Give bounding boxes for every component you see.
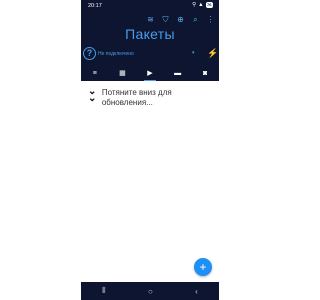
back-icon[interactable]: ‹ xyxy=(195,287,198,296)
help-icon[interactable]: ? xyxy=(83,47,96,60)
home-icon[interactable]: ○ xyxy=(148,287,153,296)
wifi-icon[interactable]: ≋ xyxy=(146,15,155,25)
plug-icon[interactable]: ⚡ xyxy=(207,48,218,59)
hint-text: Потяните вниз для обновления... xyxy=(101,88,172,107)
connection-bar: ? Не подключено ▾ ⚡ xyxy=(81,46,219,63)
camera-icon: ◙ xyxy=(203,70,208,77)
app-screen: 20:17 ⚲ ▲ 76 ≋ ⛉ ⊕ ⌕ ⋮ Пакеты ? Не подкл… xyxy=(81,0,219,300)
chevron-down-icon[interactable]: ▾ xyxy=(192,50,195,56)
tab-video[interactable]: ▶ xyxy=(142,68,158,81)
add-fab-button[interactable]: + xyxy=(194,258,212,276)
connection-status[interactable]: Не подключено xyxy=(98,51,134,57)
tab-camera[interactable]: ◙ xyxy=(197,68,213,81)
image-icon: ▬ xyxy=(174,70,182,77)
status-time: 20:17 xyxy=(88,3,102,9)
add-circle-icon[interactable]: ⊕ xyxy=(176,15,185,25)
tab-grid[interactable]: ▦ xyxy=(114,68,130,81)
battery-icon: 76 xyxy=(205,2,213,8)
tab-bar: ≡ ▦ ▶ ▬ ◙ xyxy=(81,68,219,81)
status-icons: ⚲ ▲ 76 xyxy=(192,2,213,8)
page-title: Пакеты xyxy=(125,26,175,42)
status-bar: 20:17 ⚲ ▲ 76 xyxy=(81,0,219,12)
top-app-bar: 20:17 ⚲ ▲ 76 ≋ ⛉ ⊕ ⌕ ⋮ Пакеты ? Не подкл… xyxy=(81,0,219,81)
pull-to-refresh-hint: ⌄ ⌄ Потяните вниз для обновления... xyxy=(88,86,213,108)
list-icon: ≡ xyxy=(92,70,97,77)
signal-icon: ▲ xyxy=(198,2,204,8)
location-icon: ⚲ xyxy=(192,2,197,8)
search-icon[interactable]: ⌕ xyxy=(191,15,200,25)
video-icon: ▶ xyxy=(147,70,153,77)
grid-icon: ▦ xyxy=(119,70,126,77)
double-chevron-down-icon: ⌄ ⌄ xyxy=(88,86,97,104)
filter-icon[interactable]: ⛉ xyxy=(161,15,170,25)
tab-list[interactable]: ≡ xyxy=(87,68,103,81)
system-nav-bar: ⦀ ○ ‹ xyxy=(81,282,219,300)
tab-image[interactable]: ▬ xyxy=(170,68,186,81)
toolbar-actions: ≋ ⛉ ⊕ ⌕ ⋮ xyxy=(146,15,215,25)
recents-icon[interactable]: ⦀ xyxy=(102,286,106,296)
more-icon[interactable]: ⋮ xyxy=(206,15,215,25)
